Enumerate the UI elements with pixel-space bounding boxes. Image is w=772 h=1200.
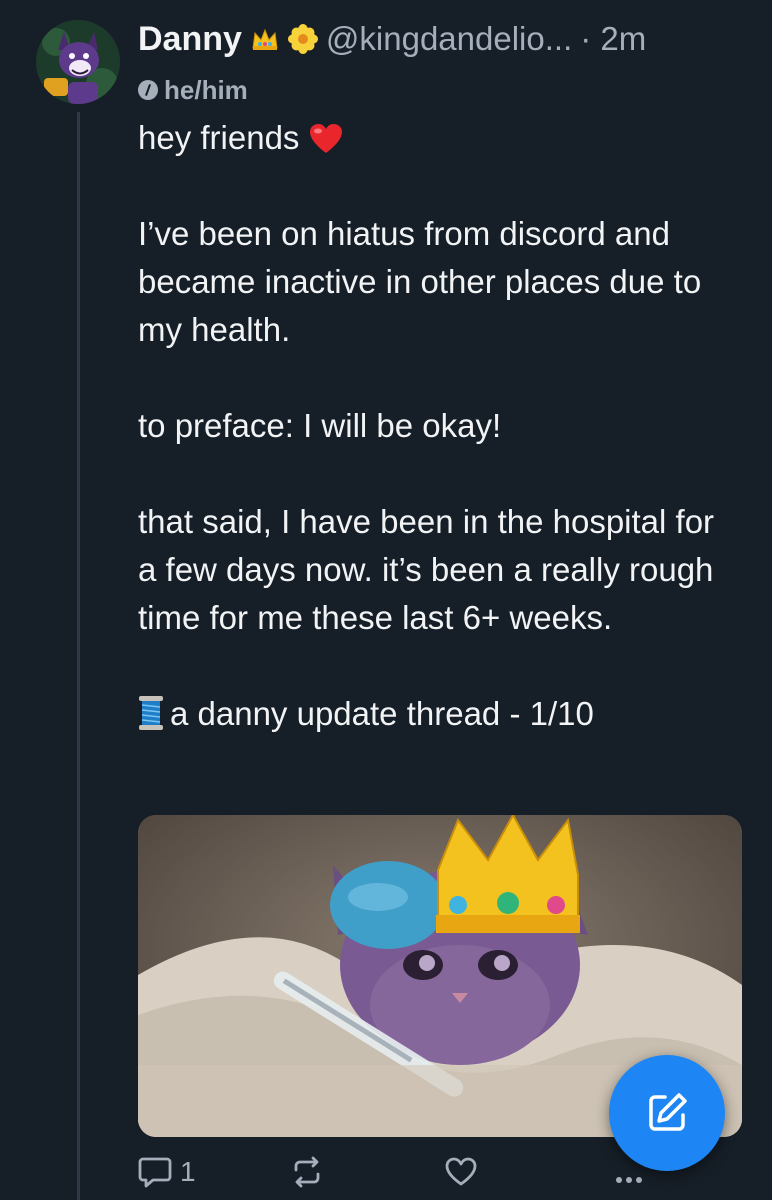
reply-button[interactable]: 1 (138, 1156, 196, 1188)
pronouns: he/him (138, 70, 248, 110)
post-paragraph: that said, I have been in the hospital f… (138, 503, 715, 636)
compose-button[interactable] (609, 1055, 725, 1171)
repost-icon (294, 1156, 320, 1188)
thread-spool-emoji-icon (139, 696, 163, 730)
red-heart-emoji-icon (310, 124, 343, 153)
reply-icon (138, 1157, 172, 1188)
heart-icon (445, 1157, 477, 1186)
post-line: a danny update thread - 1/10 (170, 695, 594, 732)
thread-line (77, 112, 80, 1200)
post-timestamp[interactable]: · 2m (580, 20, 646, 58)
blossom-emoji-icon (287, 24, 318, 54)
author-handle[interactable]: @kingdandelio... (326, 20, 572, 58)
repost-button[interactable] (290, 1156, 332, 1188)
compose-icon (649, 1093, 687, 1131)
post-paragraph: I’ve been on hiatus from discord and bec… (138, 215, 702, 348)
post-text: hey friends I’ve been on hiatus from dis… (138, 114, 738, 738)
like-button[interactable] (444, 1156, 486, 1188)
author-display-name[interactable]: Danny (138, 20, 242, 59)
post-paragraph: hey friends (138, 114, 738, 162)
post-paragraph: a danny update thread - 1/10 (138, 690, 738, 738)
crown-emoji-icon (252, 28, 278, 50)
post-line: hey friends (138, 119, 300, 156)
pronoun-icon (138, 80, 158, 100)
pronouns-text: he/him (164, 74, 248, 105)
reply-count: 1 (180, 1156, 196, 1187)
post-header: Danny @kingdandelio... · 2m (138, 14, 742, 64)
avatar[interactable] (36, 20, 120, 104)
post-paragraph: to preface: I will be okay! (138, 407, 502, 444)
